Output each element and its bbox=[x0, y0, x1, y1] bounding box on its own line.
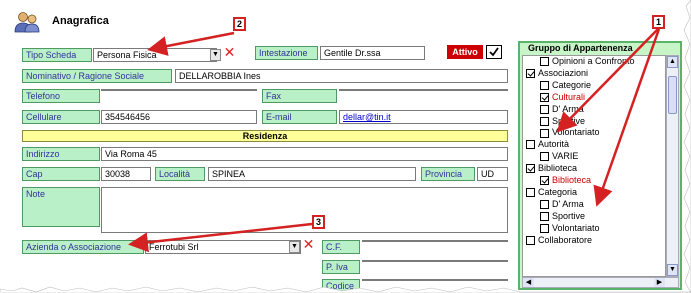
azienda-select[interactable]: Ferrotubi Srl bbox=[145, 240, 301, 254]
gruppo-tree-item-checkbox[interactable] bbox=[540, 104, 549, 114]
gruppo-tree-item[interactable]: Volontariato bbox=[540, 127, 600, 138]
gruppo-tree-item[interactable]: D' Arma bbox=[540, 199, 584, 210]
localita-label: Località bbox=[155, 167, 205, 181]
gruppo-tree-item-label: Volontariato bbox=[552, 127, 600, 138]
callout-3: 3 bbox=[312, 215, 325, 229]
email-label: E-mail bbox=[262, 110, 337, 124]
gruppo-tree-item[interactable]: D' Arma bbox=[540, 104, 584, 115]
scrollbar-thumb[interactable] bbox=[668, 76, 677, 114]
gruppo-tree-item-label: Sportive bbox=[552, 115, 586, 126]
gruppo-tree-item-label: Categorie bbox=[552, 79, 592, 90]
localita-field[interactable]: SPINEA bbox=[208, 167, 416, 181]
gruppo-tree-item[interactable]: Biblioteca bbox=[540, 175, 591, 186]
azienda-clear-icon[interactable]: ✕ bbox=[302, 238, 315, 253]
gruppo-tree-item[interactable]: Sportive bbox=[540, 116, 585, 127]
gruppo-title: Gruppo di Appartenenza bbox=[528, 43, 633, 53]
tipo-scheda-label: Tipo Scheda bbox=[22, 48, 92, 62]
attivo-badge: Attivo bbox=[447, 45, 483, 59]
piva-field[interactable] bbox=[362, 260, 508, 262]
gruppo-tree-item-checkbox[interactable] bbox=[526, 69, 535, 79]
gruppo-tree-item-checkbox[interactable] bbox=[540, 152, 549, 162]
attivo-checkbox[interactable] bbox=[486, 45, 502, 59]
gruppo-tree-item[interactable]: Categoria bbox=[526, 187, 577, 198]
cf-label: C.F. bbox=[322, 240, 360, 254]
cellulare-field[interactable]: 354546456 bbox=[101, 110, 257, 124]
gruppo-tree-item-label: Autorità bbox=[538, 139, 570, 150]
gruppo-tree-item-label: D' Arma bbox=[552, 103, 584, 114]
gruppo-tree-item[interactable]: Autorità bbox=[526, 139, 569, 150]
gruppo-tree-item-checkbox[interactable] bbox=[540, 199, 549, 209]
gruppo-tree-item[interactable]: Sportive bbox=[540, 211, 585, 222]
piva-label: P. Iva bbox=[322, 260, 360, 274]
gruppo-tree-item[interactable]: Collaboratore bbox=[526, 235, 592, 246]
gruppo-tree-item[interactable]: Volontariato bbox=[540, 223, 600, 234]
gruppo-tree-item-checkbox[interactable] bbox=[526, 188, 535, 198]
gruppo-tree-item-checkbox[interactable] bbox=[540, 128, 549, 138]
gruppo-tree-item[interactable]: Opinioni a Confronto bbox=[540, 56, 635, 67]
cf-field[interactable] bbox=[362, 240, 508, 242]
gruppo-tree-item-checkbox[interactable] bbox=[526, 140, 535, 150]
telefono-field[interactable] bbox=[101, 89, 257, 91]
gruppo-tree-item-label: Associazioni bbox=[538, 67, 589, 78]
tipo-scheda-select[interactable]: Persona Fisica bbox=[93, 48, 217, 62]
users-icon bbox=[14, 11, 40, 33]
nominativo-label: Nominativo / Ragione Sociale bbox=[22, 69, 172, 83]
scroll-left-icon[interactable]: ◀ bbox=[523, 278, 534, 287]
azienda-dropdown-button[interactable]: ▼ bbox=[289, 241, 300, 253]
indirizzo-label: Indirizzo bbox=[22, 147, 100, 161]
gruppo-tree-item-label: VARIE bbox=[552, 151, 579, 162]
gruppo-tree-item-checkbox[interactable] bbox=[526, 164, 535, 174]
scroll-up-icon[interactable]: ▲ bbox=[667, 56, 678, 68]
gruppo-tree-item-label: Categoria bbox=[538, 186, 578, 197]
intestazione-label: Intestazione bbox=[255, 46, 318, 60]
provincia-label: Provincia bbox=[421, 167, 475, 181]
nominativo-field[interactable]: DELLAROBBIA Ines bbox=[175, 69, 508, 83]
gruppo-tree-item-label: D' Arma bbox=[552, 198, 584, 209]
gruppo-tree-item-checkbox[interactable] bbox=[540, 80, 549, 90]
provincia-field[interactable]: UD bbox=[477, 167, 508, 181]
gruppo-tree-item[interactable]: VARIE bbox=[540, 151, 578, 162]
gruppo-tree-item-label: Opinioni a Confronto bbox=[552, 56, 635, 66]
gruppo-tree-item-checkbox[interactable] bbox=[540, 223, 549, 233]
indirizzo-field[interactable]: Via Roma 45 bbox=[101, 147, 508, 161]
scroll-right-icon[interactable]: ▶ bbox=[654, 278, 665, 287]
gruppo-tree-item-checkbox[interactable] bbox=[540, 176, 549, 186]
intestazione-field[interactable]: Gentile Dr.ssa bbox=[320, 46, 425, 60]
note-field[interactable] bbox=[101, 187, 508, 233]
gruppo-tree-item-checkbox[interactable] bbox=[540, 57, 549, 67]
residenza-section-header: Residenza bbox=[22, 130, 508, 142]
fax-label: Fax bbox=[262, 89, 337, 103]
gruppo-tree-item[interactable]: Categorie bbox=[540, 80, 591, 91]
gruppo-tree-item-label: Volontariato bbox=[552, 222, 600, 233]
cap-field[interactable]: 30038 bbox=[101, 167, 151, 181]
gruppo-tree-item-label: Biblioteca bbox=[552, 175, 592, 185]
cellulare-label: Cellulare bbox=[22, 110, 100, 124]
gruppo-tree-item-label: Culturali bbox=[552, 91, 586, 102]
callout-2: 2 bbox=[233, 17, 246, 31]
gruppo-tree-item-checkbox[interactable] bbox=[526, 235, 535, 245]
email-field[interactable]: dellar@tin.it bbox=[339, 110, 508, 124]
codice-field[interactable] bbox=[362, 279, 508, 281]
telefono-label: Telefono bbox=[22, 89, 100, 103]
fax-field[interactable] bbox=[339, 89, 508, 91]
gruppo-tree-item-label: Collaboratore bbox=[538, 234, 593, 245]
page-title: Anagrafica bbox=[52, 15, 109, 27]
note-label: Note bbox=[22, 187, 100, 227]
gruppo-tree-item-checkbox[interactable] bbox=[540, 211, 549, 221]
callout-1: 1 bbox=[652, 15, 665, 29]
cap-label: Cap bbox=[22, 167, 100, 181]
gruppo-tree-item[interactable]: Culturali bbox=[540, 92, 585, 103]
tipo-scheda-dropdown-button[interactable]: ▼ bbox=[210, 49, 221, 61]
gruppo-tree-item-checkbox[interactable] bbox=[540, 92, 549, 102]
gruppo-tree-item-checkbox[interactable] bbox=[540, 116, 549, 126]
azienda-label: Azienda o Associazione bbox=[22, 240, 144, 254]
codice-label: Codice bbox=[322, 279, 360, 293]
gruppo-tree-item[interactable]: Associazioni bbox=[526, 68, 588, 79]
scroll-down-icon[interactable]: ▼ bbox=[667, 264, 678, 276]
tipo-scheda-clear-icon[interactable]: ✕ bbox=[223, 46, 236, 61]
arrow-2 bbox=[147, 31, 235, 56]
gruppo-tree-item-label: Sportive bbox=[552, 210, 586, 221]
gruppo-tree-item[interactable]: Biblioteca bbox=[526, 163, 577, 174]
gruppo-tree-item-label: Biblioteca bbox=[538, 163, 578, 174]
